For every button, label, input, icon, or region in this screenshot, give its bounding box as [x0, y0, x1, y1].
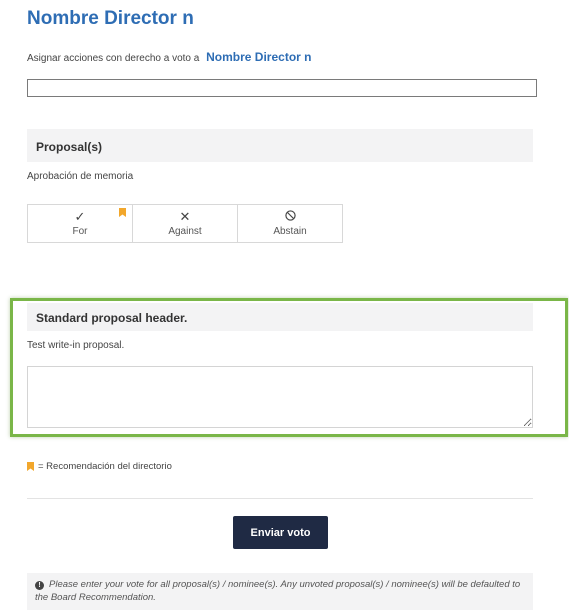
vote-against-label: Against: [168, 226, 202, 237]
bookmark-icon: [119, 208, 126, 217]
proposal-text: Aprobación de memoria: [27, 171, 134, 182]
divider: [27, 498, 533, 499]
write-in-input[interactable]: [27, 366, 533, 428]
info-notice: ! Please enter your vote for all proposal…: [27, 573, 533, 610]
prohibited-icon: [284, 210, 296, 224]
assign-director-name: Nombre Director n: [206, 50, 312, 64]
notice-text: Please enter your vote for all proposal(…: [35, 579, 521, 603]
info-icon: !: [35, 581, 44, 590]
bookmark-icon: [27, 462, 34, 471]
submit-vote-button[interactable]: Enviar voto: [233, 516, 328, 549]
recommendation-legend: = Recomendación del directorio: [27, 461, 172, 472]
legend-text: = Recomendación del directorio: [38, 461, 172, 472]
page-title: Nombre Director n: [27, 8, 194, 29]
proposals-section-header: Proposal(s): [27, 129, 533, 162]
vote-abstain-label: Abstain: [273, 226, 307, 237]
vote-for-label: For: [72, 226, 88, 237]
assign-votes-input[interactable]: [27, 79, 537, 97]
write-in-proposal-text: Test write-in proposal.: [27, 340, 125, 351]
vote-abstain-button[interactable]: Abstain: [238, 205, 342, 242]
assign-votes-label: Asignar acciones con derecho a voto a: [27, 53, 200, 64]
vote-options: ✓ For ✕ Against Abstain: [27, 204, 343, 243]
x-icon: ✕: [179, 209, 191, 224]
assign-votes-row: Asignar acciones con derecho a voto a No…: [27, 50, 311, 64]
standard-proposal-header: Standard proposal header.: [27, 303, 533, 331]
vote-against-button[interactable]: ✕ Against: [133, 205, 238, 242]
vote-for-button[interactable]: ✓ For: [28, 205, 133, 242]
checkmark-icon: ✓: [74, 209, 86, 224]
